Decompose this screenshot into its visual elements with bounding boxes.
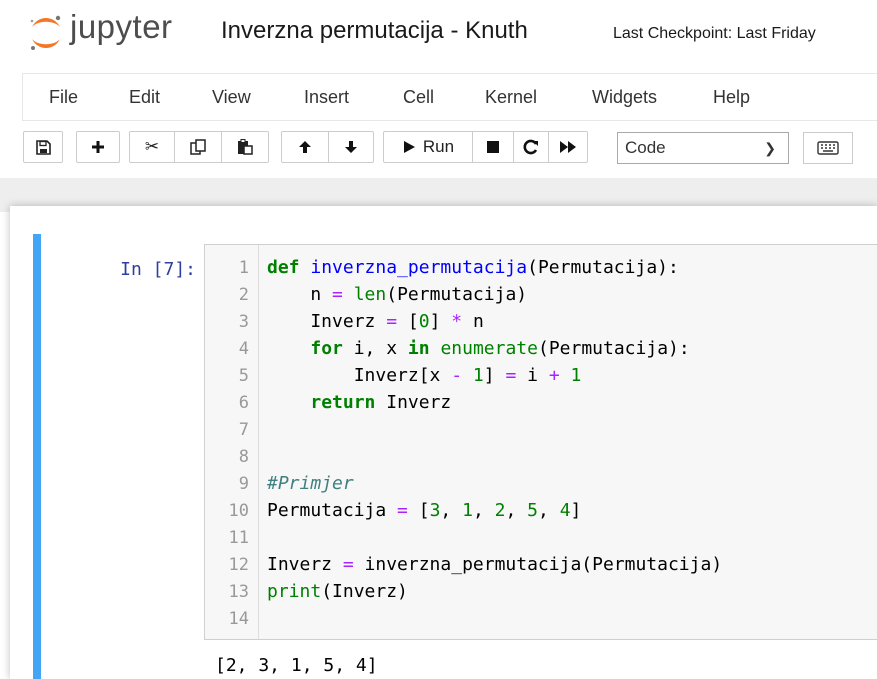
toolbar: ✂ Run Code ❯: [0, 125, 877, 175]
paste-icon: [238, 139, 253, 155]
line-number-gutter: 1 2 3 4 5 6 7 8 9 10 11 12 13 14: [205, 245, 259, 639]
paste-button[interactable]: [221, 131, 269, 163]
code-line: Inverz[x - 1] = i + 1: [267, 365, 582, 386]
menu-help[interactable]: Help: [713, 87, 750, 108]
save-group: [23, 131, 63, 163]
code-line: def inverzna_permutacija(Permutacija):: [267, 257, 679, 278]
line-number: 9: [238, 474, 249, 494]
code-line: Inverz = [0] * n: [267, 311, 484, 332]
line-number: 13: [228, 582, 249, 602]
restart-icon: [523, 139, 538, 155]
insert-group: [76, 131, 120, 163]
code-line: Permutacija = [3, 1, 2, 5, 4]: [267, 500, 582, 521]
line-number: 3: [238, 312, 249, 332]
arrow-up-icon: [299, 141, 311, 153]
command-palette-button[interactable]: [803, 132, 853, 164]
menu-edit[interactable]: Edit: [129, 87, 160, 108]
copy-button[interactable]: [174, 131, 222, 163]
fast-forward-icon: [560, 141, 576, 153]
menu-widgets[interactable]: Widgets: [592, 87, 657, 108]
play-icon: [403, 141, 415, 153]
chevron-down-icon: ❯: [764, 140, 776, 156]
restart-run-all-button[interactable]: [548, 131, 588, 163]
line-number: 12: [228, 555, 249, 575]
input-prompt: In [7]:: [120, 259, 196, 280]
menu-file[interactable]: File: [49, 87, 78, 108]
run-group: Run: [383, 131, 588, 163]
restart-button[interactable]: [513, 131, 549, 163]
line-number: 5: [238, 366, 249, 386]
code-line: n = len(Permutacija): [267, 284, 528, 305]
line-number: 2: [238, 285, 249, 305]
move-up-button[interactable]: [281, 131, 329, 163]
plus-icon: [92, 141, 104, 153]
scissors-icon: ✂: [144, 137, 160, 156]
code-line: #Primjer: [267, 473, 354, 494]
line-number: 14: [228, 609, 249, 629]
cell-type-select[interactable]: Code ❯: [617, 132, 789, 164]
cell-type-value: Code: [625, 138, 666, 157]
header: jupyter Inverzna permutacija - Knuth Las…: [0, 0, 877, 70]
menubar: File Edit View Insert Cell Kernel Widget…: [22, 73, 877, 121]
menu-insert[interactable]: Insert: [304, 87, 349, 108]
copy-icon: [190, 139, 206, 155]
run-label: Run: [422, 137, 455, 156]
notebook-title[interactable]: Inverzna permutacija - Knuth: [221, 17, 528, 45]
move-down-button[interactable]: [328, 131, 374, 163]
insert-cell-button[interactable]: [76, 131, 120, 163]
code-line: return Inverz: [310, 392, 452, 413]
code-line: print(Inverz): [267, 581, 408, 602]
line-number: 1: [238, 258, 249, 278]
interrupt-button[interactable]: [472, 131, 514, 163]
menu-kernel[interactable]: Kernel: [485, 87, 537, 108]
move-group: [281, 131, 374, 163]
keyboard-icon: [817, 141, 839, 155]
code-editor[interactable]: 1 2 3 4 5 6 7 8 9 10 11 12 13 14 def inv…: [204, 244, 877, 640]
save-button[interactable]: [23, 131, 63, 163]
code-line: for i, x in enumerate(Permutacija):: [310, 338, 690, 359]
menu-cell[interactable]: Cell: [403, 87, 434, 108]
selected-cell-indicator: [33, 234, 41, 679]
line-number: 7: [238, 420, 249, 440]
line-number: 11: [228, 528, 249, 548]
line-number: 10: [228, 501, 249, 521]
save-icon: [35, 139, 51, 155]
stop-icon: [487, 141, 499, 153]
last-checkpoint: Last Checkpoint: Last Friday: [613, 25, 816, 42]
line-number: 4: [238, 339, 249, 359]
code-line: Inverz = inverzna_permutacija(Permutacij…: [267, 554, 723, 575]
line-number: 6: [238, 393, 249, 413]
line-number: 8: [238, 447, 249, 467]
edit-group: ✂: [129, 131, 269, 163]
jupyter-logo-icon: [30, 15, 61, 50]
cut-button[interactable]: ✂: [129, 131, 175, 163]
run-button[interactable]: Run: [383, 131, 473, 163]
jupyter-brand[interactable]: jupyter: [70, 8, 173, 46]
cell-output: [2, 3, 1, 5, 4]: [215, 655, 378, 676]
arrow-down-icon: [345, 141, 357, 153]
menu-view[interactable]: View: [212, 87, 251, 108]
